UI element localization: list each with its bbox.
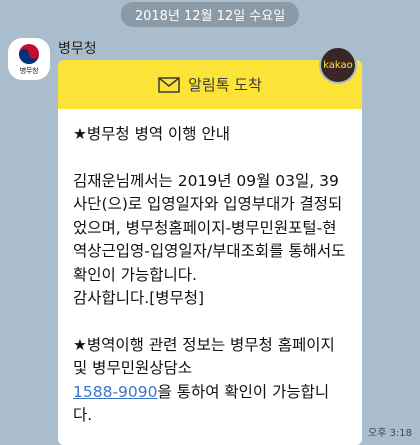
envelope-icon [158, 76, 180, 93]
message-header-title: 알림톡 도착 [188, 76, 262, 94]
avatar-label: 병무청 [19, 66, 39, 75]
message-body: ★병무청 병역 이행 안내 김재운님께서는 2019년 09월 03일, 39사… [58, 109, 362, 428]
taegeuk-emblem-icon [19, 43, 39, 64]
date-divider: 2018년 12월 12일 수요일 [120, 2, 300, 27]
sender-avatar[interactable]: 병무청 [8, 38, 50, 80]
message-title: ★병무청 병역 이행 안내 [73, 125, 231, 143]
message-timestamp: 오후 3:18 [368, 428, 413, 439]
message-header: 알림톡 도착 [58, 60, 362, 109]
phone-number-link[interactable]: 1588-9090 [73, 383, 158, 401]
message-paragraph-2: ★병역이행 관련 정보는 병무청 홈페이지 및 병무민원상담소 1588-9090… [73, 334, 347, 428]
message-paragraph-2-pre: ★병역이행 관련 정보는 병무청 홈페이지 및 병무민원상담소 [73, 335, 335, 378]
message-paragraph-1: 김재운님께서는 2019년 09월 03일, 39사단(으)로 입영일자와 입영… [73, 171, 346, 308]
sender-name: 병무청 [58, 41, 97, 57]
alimtalk-message-bubble[interactable]: 알림톡 도착 ★병무청 병역 이행 안내 김재운님께서는 2019년 09월 0… [58, 60, 362, 445]
kakao-badge: kakao [319, 46, 357, 84]
chat-room: 2018년 12월 12일 수요일 병무청 병무청 알림톡 도착 ★병무청 병역… [0, 0, 420, 445]
